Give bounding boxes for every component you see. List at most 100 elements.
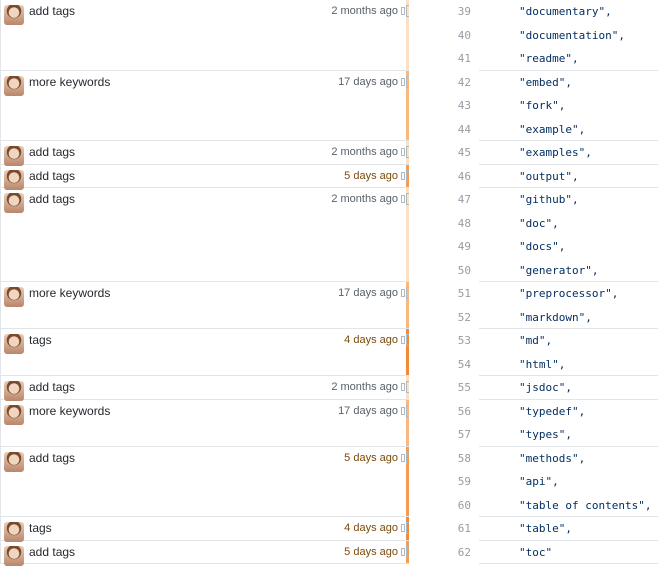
line-number[interactable]: 50 xyxy=(409,258,479,282)
blame-commit-info: add tags 2 months ago xyxy=(0,376,412,401)
commit-message-link[interactable]: more keywords xyxy=(29,75,110,89)
line-number[interactable]: 43 xyxy=(409,94,479,118)
line-number[interactable]: 60 xyxy=(409,493,479,517)
line-number[interactable]: 41 xyxy=(409,47,479,71)
commit-message-link[interactable]: tags xyxy=(29,333,52,347)
line-number[interactable]: 54 xyxy=(409,352,479,376)
blame-commit-info: tags 4 days ago xyxy=(0,517,412,542)
blame-commit-info: more keywords 17 days ago xyxy=(0,70,412,140)
code-line: 44 "example", xyxy=(409,117,658,141)
line-source: "readme", xyxy=(519,52,579,65)
commit-age: 4 days ago xyxy=(344,334,398,346)
author-avatar[interactable] xyxy=(4,404,24,425)
line-source: "markdown", xyxy=(519,310,592,324)
line-number[interactable]: 48 xyxy=(409,211,479,235)
blame-hunk: tags 4 days ago 53 "md", 54 "html", xyxy=(0,329,658,376)
blame-hunk: more keywords 17 days ago 56 "typedef", 57 "t… xyxy=(0,399,658,447)
code-lines: 42 "embed", 43 "fork", 44 "example", xyxy=(409,70,658,141)
line-source: "docs", xyxy=(519,240,566,253)
line-number[interactable]: 55 xyxy=(409,376,479,400)
author-avatar[interactable] xyxy=(4,334,24,354)
author-avatar[interactable] xyxy=(4,75,24,96)
line-number[interactable]: 39 xyxy=(409,0,479,24)
line-number[interactable]: 56 xyxy=(409,399,479,423)
blame-commit-info: add tags 5 days ago xyxy=(0,446,412,516)
line-number[interactable]: 52 xyxy=(409,305,479,329)
commit-age: 2 months ago xyxy=(331,381,398,393)
author-avatar[interactable] xyxy=(4,522,24,542)
line-source: "methods", xyxy=(519,451,586,465)
line-number[interactable]: 61 xyxy=(409,517,479,541)
code-line: 49 "docs", xyxy=(409,235,658,259)
code-lines: 47 "github", 48 "doc", 49 "docs", 50 "generator… xyxy=(409,188,658,282)
line-number[interactable]: 42 xyxy=(409,70,479,94)
commit-message-link[interactable]: add tags xyxy=(29,451,75,465)
code-line: 40 "documentation", xyxy=(409,23,658,47)
commit-age: 5 days ago xyxy=(344,169,398,182)
commit-age: 2 months ago xyxy=(331,146,398,158)
line-source: "typedef", xyxy=(519,404,586,418)
author-avatar[interactable] xyxy=(4,287,24,307)
line-source: "doc", xyxy=(519,216,559,230)
blame-commit-info: add tags 5 days ago xyxy=(0,164,412,190)
code-line: 39 "documentary", xyxy=(409,0,658,24)
commit-message-link[interactable]: add tags xyxy=(29,192,75,206)
code-line: 53 "md", xyxy=(409,329,658,353)
commit-message-link[interactable]: tags xyxy=(29,521,52,535)
author-avatar[interactable] xyxy=(4,381,24,401)
commit-message-link[interactable]: add tags xyxy=(29,145,75,159)
code-line: 47 "github", xyxy=(409,188,658,212)
line-number[interactable]: 57 xyxy=(409,423,479,447)
line-number[interactable]: 58 xyxy=(409,446,479,470)
line-number[interactable]: 47 xyxy=(409,188,479,212)
line-source: "table of contents", xyxy=(519,498,652,512)
line-source: "html", xyxy=(519,357,566,371)
commit-age: 5 days ago xyxy=(344,451,398,464)
code-lines: 61 "table", xyxy=(409,517,658,541)
line-number[interactable]: 53 xyxy=(409,329,479,353)
commit-message-link[interactable]: add tags xyxy=(29,169,75,183)
code-line: 59 "api", xyxy=(409,470,658,494)
code-line: 60 "table of contents", xyxy=(409,493,658,517)
author-avatar[interactable] xyxy=(4,451,24,472)
code-lines: 46 "output", xyxy=(409,164,658,188)
author-avatar[interactable] xyxy=(4,169,24,190)
line-source: "embed", xyxy=(519,75,572,89)
commit-message-link[interactable]: more keywords xyxy=(29,286,110,300)
commit-age: 17 days ago xyxy=(338,287,398,299)
code-lines: 56 "typedef", 57 "types", xyxy=(409,399,658,447)
code-line: 61 "table", xyxy=(409,517,658,541)
code-line: 55 "jsdoc", xyxy=(409,376,658,400)
blame-hunk: add tags 5 days ago 62 "toc" xyxy=(0,540,658,566)
commit-message-link[interactable]: add tags xyxy=(29,380,75,394)
blame-hunk: add tags 2 months ago 39 "documentary", 40 "d… xyxy=(0,0,658,71)
author-avatar[interactable] xyxy=(4,146,24,166)
blame-view: add tags 2 months ago 39 "documentary", 40 "d… xyxy=(0,0,658,566)
blame-commit-info: add tags 2 months ago xyxy=(0,0,412,70)
code-line: 57 "types", xyxy=(409,423,658,447)
line-number[interactable]: 59 xyxy=(409,470,479,494)
commit-message-link[interactable]: more keywords xyxy=(29,404,110,418)
author-avatar[interactable] xyxy=(4,193,24,213)
author-avatar[interactable] xyxy=(4,545,24,566)
code-line: 51 "preprocessor", xyxy=(409,282,658,306)
line-number[interactable]: 51 xyxy=(409,282,479,306)
commit-message-link[interactable]: add tags xyxy=(29,545,75,559)
commit-message-link[interactable]: add tags xyxy=(29,4,75,18)
blame-commit-info: tags 4 days ago xyxy=(0,329,412,375)
code-lines: 62 "toc" xyxy=(409,540,658,564)
blame-hunk: add tags 2 months ago 47 "github", 48 "doc", 4… xyxy=(0,188,658,282)
code-lines: 51 "preprocessor", 52 "markdown", xyxy=(409,282,658,329)
line-number[interactable]: 62 xyxy=(409,540,479,564)
blame-hunk: more keywords 17 days ago 42 "embed", 43 "for… xyxy=(0,70,658,141)
line-number[interactable]: 49 xyxy=(409,235,479,259)
code-line: 62 "toc" xyxy=(409,540,658,564)
line-number[interactable]: 46 xyxy=(409,164,479,188)
line-source: "github", xyxy=(519,193,579,206)
blame-commit-info: add tags 2 months ago xyxy=(0,141,412,166)
line-number[interactable]: 45 xyxy=(409,141,479,165)
line-number[interactable]: 44 xyxy=(409,117,479,141)
author-avatar[interactable] xyxy=(4,5,24,25)
code-line: 50 "generator", xyxy=(409,258,658,282)
line-number[interactable]: 40 xyxy=(409,23,479,47)
